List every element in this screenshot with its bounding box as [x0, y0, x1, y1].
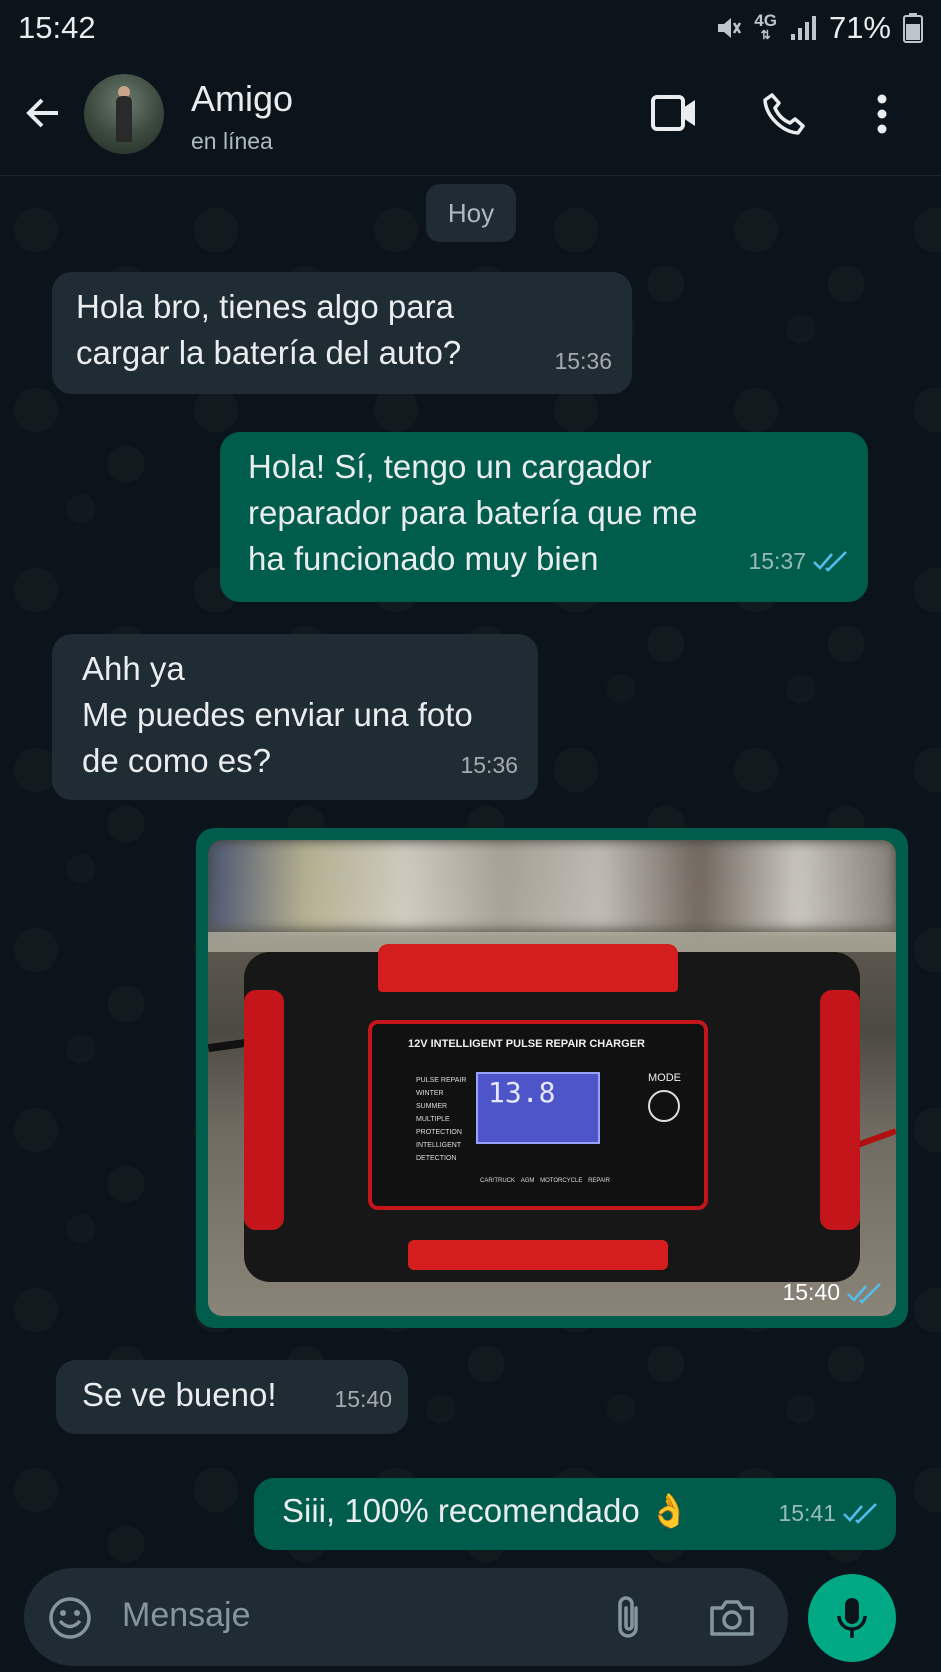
- mic-icon: [837, 1598, 867, 1638]
- status-bar: 15:42 4G ⇅ 71%: [0, 0, 941, 56]
- mic-button[interactable]: [808, 1574, 896, 1662]
- video-call-icon[interactable]: [650, 94, 698, 132]
- avatar[interactable]: [84, 74, 164, 154]
- message-text: Me puedes enviar una foto: [82, 696, 473, 733]
- charger-label: INTELLIGENT DETECTION: [416, 1142, 461, 1162]
- message-image[interactable]: 12V INTELLIGENT PULSE REPAIR CHARGER 13.…: [196, 828, 908, 1328]
- message-time-text: 15:40: [334, 1386, 392, 1412]
- charger-label: MOTORCYCLE: [540, 1178, 583, 1184]
- message-text: de como es?: [82, 742, 271, 779]
- message-text: Hola bro, tienes algo para: [76, 288, 454, 325]
- message-text: Hola! Sí, tengo un cargador: [248, 448, 652, 485]
- message-time-text: 15:41: [778, 1500, 836, 1526]
- message-outgoing[interactable]: Siii, 100% recomendado 👌 15:41: [254, 1478, 896, 1550]
- chat-area[interactable]: Hoy Hola bro, tienes algo para cargar la…: [0, 176, 941, 1566]
- contact-name[interactable]: Amigo: [191, 78, 293, 120]
- back-arrow-icon[interactable]: [24, 94, 62, 132]
- message-text: Ahh ya: [82, 650, 185, 687]
- read-tick-icon: [813, 551, 847, 572]
- message-time: 15:41: [778, 1490, 878, 1536]
- message-incoming[interactable]: Hola bro, tienes algo para cargar la bat…: [52, 272, 632, 394]
- message-time: 15:40: [782, 1279, 882, 1306]
- message-text: cargar la batería del auto?: [76, 334, 462, 371]
- message-time-text: 15:36: [554, 348, 612, 374]
- camera-icon[interactable]: [708, 1598, 756, 1638]
- message-incoming[interactable]: Se ve bueno! 15:40: [56, 1360, 408, 1434]
- charger-title: 12V INTELLIGENT PULSE REPAIR CHARGER: [408, 1038, 645, 1050]
- message-time-text: 15:40: [782, 1279, 840, 1305]
- message-text: reparador para batería que me: [248, 494, 698, 531]
- charger-display-value: 13.8: [488, 1076, 556, 1109]
- signal-icon: [790, 16, 816, 40]
- network-indicator: 4G ⇅: [754, 11, 777, 42]
- message-time-text: 15:37: [748, 548, 806, 574]
- message-incoming[interactable]: Ahh ya Me puedes enviar una foto de como…: [52, 634, 538, 800]
- charger-label: REPAIR: [588, 1178, 610, 1184]
- battery-icon: [903, 13, 923, 43]
- emoji-icon[interactable]: [48, 1596, 92, 1640]
- attach-icon[interactable]: [614, 1594, 644, 1642]
- status-icons: 4G ⇅ 71%: [714, 10, 923, 46]
- charger-mode-label: MODE: [648, 1072, 681, 1084]
- network-type: 4G: [754, 11, 777, 30]
- charger-label: CAR/TRUCK: [480, 1178, 516, 1184]
- message-time: 15:36: [554, 338, 612, 384]
- charger-left-labels: PULSE REPAIR WINTER SUMMER MULTIPLE PROT…: [416, 1074, 476, 1165]
- charger-label: WINTER SUMMER: [416, 1090, 448, 1110]
- charger-bottom-labels: CAR/TRUCK AGM MOTORCYCLE REPAIR: [480, 1178, 610, 1184]
- charger-mode-button: [648, 1090, 680, 1122]
- message-time: 15:36: [460, 742, 518, 788]
- battery-percent: 71%: [828, 10, 891, 45]
- mute-icon: [718, 18, 742, 38]
- read-tick-icon: [843, 1503, 877, 1524]
- message-input[interactable]: Mensaje: [122, 1596, 251, 1635]
- message-time-text: 15:36: [460, 752, 518, 778]
- message-composer[interactable]: Mensaje: [24, 1568, 788, 1666]
- date-separator: Hoy: [426, 184, 516, 242]
- charger-photo[interactable]: 12V INTELLIGENT PULSE REPAIR CHARGER 13.…: [208, 840, 896, 1316]
- charger-label: AGM: [520, 1178, 535, 1184]
- charger-label: MULTIPLE PROTECTION: [416, 1116, 462, 1136]
- message-time: 15:37: [748, 538, 848, 584]
- message-time: 15:40: [334, 1376, 392, 1422]
- read-tick-icon: [847, 1282, 881, 1304]
- more-vert-icon[interactable]: [876, 94, 888, 134]
- chat-header: Amigo en línea: [0, 56, 941, 176]
- contact-status: en línea: [191, 128, 273, 154]
- charger-label: PULSE REPAIR: [416, 1077, 467, 1084]
- message-outgoing[interactable]: Hola! Sí, tengo un cargador reparador pa…: [220, 432, 868, 602]
- status-time: 15:42: [18, 10, 96, 45]
- phone-icon[interactable]: [762, 92, 806, 136]
